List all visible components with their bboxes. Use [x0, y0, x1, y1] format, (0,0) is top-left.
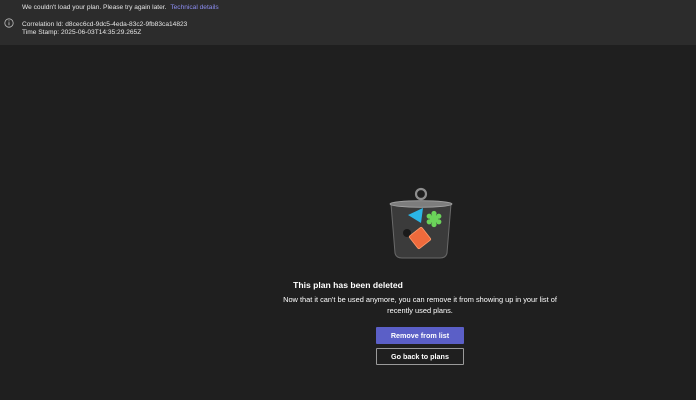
trash-bin-icon — [380, 183, 460, 263]
timestamp: Time Stamp: 2025-06-03T14:35:29.265Z — [22, 29, 142, 36]
info-icon — [4, 15, 14, 28]
error-message: We couldn't load your plan. Please try a… — [22, 4, 167, 11]
plan-page: We couldn't load your plan. Please try a… — [0, 0, 696, 400]
go-back-to-plans-button[interactable]: Go back to plans — [376, 348, 464, 365]
error-message-line: We couldn't load your plan. Please try a… — [22, 4, 219, 12]
remove-from-list-button[interactable]: Remove from list — [376, 327, 464, 344]
empty-state-description: Now that it can't be used anymore, you c… — [283, 295, 557, 315]
technical-details-link[interactable]: Technical details — [170, 4, 218, 11]
error-banner: We couldn't load your plan. Please try a… — [0, 0, 696, 45]
empty-state-title: This plan has been deleted — [293, 280, 403, 290]
correlation-id: Correlation Id: d8cec6cd-9dc5-4eda-83c2-… — [22, 21, 188, 28]
